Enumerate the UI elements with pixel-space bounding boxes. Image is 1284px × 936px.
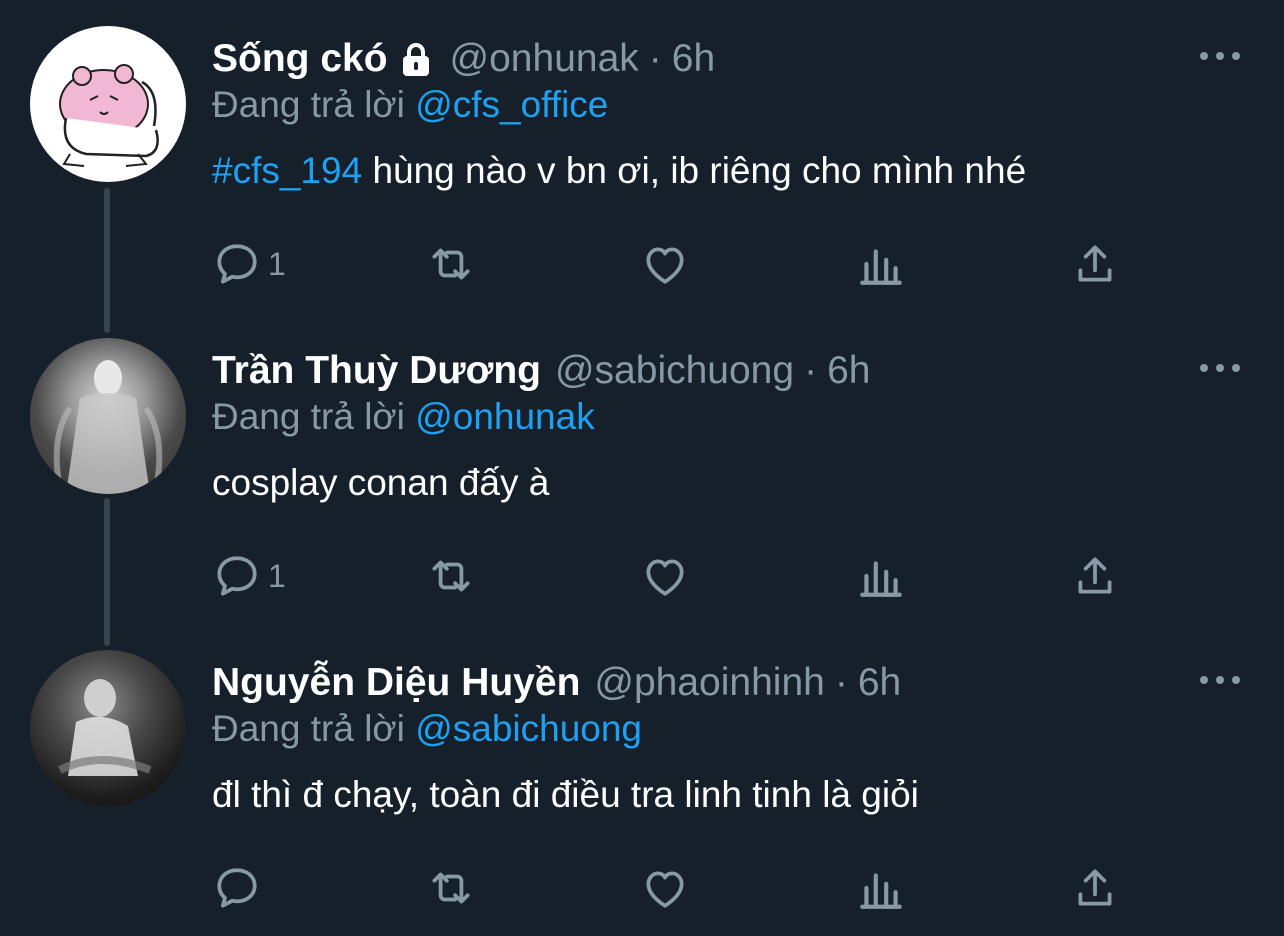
reply-button[interactable]: 1 — [212, 236, 286, 292]
timestamp[interactable]: 6h — [672, 37, 715, 81]
tweet[interactable]: Sống ckó @onhunak · 6h Đang trả lời @cfs… — [0, 0, 1284, 312]
tweet-actions — [0, 860, 1284, 916]
tweet-header: Trần Thuỳ Dương @sabichuong · 6h — [212, 348, 1164, 394]
share-icon — [1078, 869, 1112, 906]
share-icon — [1078, 245, 1112, 282]
reply-icon — [217, 868, 257, 908]
avatar[interactable] — [30, 650, 186, 806]
analytics-button[interactable] — [856, 236, 906, 292]
tweet-actions: 1 — [0, 236, 1284, 292]
reply-prefix: Đang trả lời — [212, 396, 405, 437]
tweet-text: #cfs_194 hùng nào v bn ơi, ib riêng cho … — [212, 150, 1026, 192]
more-options-icon[interactable] — [1200, 360, 1240, 376]
retweet-icon — [432, 248, 470, 280]
reply-count: 1 — [268, 557, 286, 594]
tweet[interactable]: Trần Thuỳ Dương @sabichuong · 6h Đang tr… — [0, 312, 1284, 624]
tweet-actions: 1 — [0, 548, 1284, 604]
retweet-icon — [432, 872, 470, 904]
tweet-header: Nguyễn Diệu Huyền @phaoinhinh · 6h — [212, 660, 1164, 706]
lock-icon — [396, 39, 436, 79]
cartoon-bear-icon — [59, 64, 159, 167]
timestamp[interactable]: 6h — [827, 349, 870, 393]
share-icon — [1078, 557, 1112, 594]
tweet-text: đl thì đ chạy, toàn đi điều tra linh tin… — [212, 774, 919, 816]
analytics-icon — [860, 249, 902, 285]
more-options-icon[interactable] — [1200, 672, 1240, 688]
analytics-icon — [860, 561, 902, 597]
replying-to: Đang trả lời @onhunak — [212, 396, 595, 438]
heart-icon — [646, 247, 684, 284]
like-button[interactable] — [640, 860, 690, 916]
reply-button[interactable]: 1 — [212, 548, 286, 604]
person-photo — [58, 679, 152, 776]
timestamp[interactable]: 6h — [858, 661, 901, 705]
retweet-button[interactable] — [426, 236, 476, 292]
tweet-text-content: đl thì đ chạy, toàn đi điều tra linh tin… — [212, 774, 919, 815]
handle[interactable]: @sabichuong — [555, 349, 794, 393]
replying-to: Đang trả lời @cfs_office — [212, 84, 608, 126]
like-button[interactable] — [640, 548, 690, 604]
reply-to-link[interactable]: @sabichuong — [415, 708, 642, 749]
reply-count: 1 — [268, 245, 286, 282]
reply-icon — [217, 556, 257, 596]
display-name[interactable]: Trần Thuỳ Dương — [212, 349, 541, 393]
hashtag-link[interactable]: #cfs_194 — [212, 150, 362, 191]
retweet-button[interactable] — [426, 548, 476, 604]
avatar[interactable] — [30, 26, 186, 182]
analytics-icon — [860, 873, 902, 909]
tweet-text: cosplay conan đấy à — [212, 462, 549, 504]
reply-icon — [217, 244, 257, 284]
tweet-text-content: hùng nào v bn ơi, ib riêng cho mình nhé — [362, 150, 1027, 191]
heart-icon — [646, 559, 684, 596]
tweet[interactable]: Nguyễn Diệu Huyền @phaoinhinh · 6h Đang … — [0, 624, 1284, 936]
separator: · — [648, 37, 662, 80]
separator: · — [834, 661, 848, 704]
tweet-header: Sống ckó @onhunak · 6h — [212, 36, 1164, 82]
handle[interactable]: @onhunak — [450, 37, 639, 81]
display-name[interactable]: Nguyễn Diệu Huyền — [212, 661, 580, 705]
person-photo — [53, 360, 163, 494]
reply-to-link[interactable]: @cfs_office — [415, 84, 608, 125]
reply-to-link[interactable]: @onhunak — [415, 396, 595, 437]
share-button[interactable] — [1070, 860, 1120, 916]
heart-icon — [646, 871, 684, 908]
reply-prefix: Đang trả lời — [212, 708, 405, 749]
separator: · — [804, 349, 818, 392]
share-button[interactable] — [1070, 548, 1120, 604]
replying-to: Đang trả lời @sabichuong — [212, 708, 642, 750]
reply-button[interactable] — [212, 860, 268, 916]
retweet-icon — [432, 560, 470, 592]
share-button[interactable] — [1070, 236, 1120, 292]
avatar[interactable] — [30, 338, 186, 494]
reply-prefix: Đang trả lời — [212, 84, 405, 125]
analytics-button[interactable] — [856, 548, 906, 604]
tweet-text-content: cosplay conan đấy à — [212, 462, 550, 503]
like-button[interactable] — [640, 236, 690, 292]
more-options-icon[interactable] — [1200, 48, 1240, 64]
analytics-button[interactable] — [856, 860, 906, 916]
handle[interactable]: @phaoinhinh — [594, 661, 824, 705]
display-name[interactable]: Sống ckó — [212, 37, 388, 81]
retweet-button[interactable] — [426, 860, 476, 916]
